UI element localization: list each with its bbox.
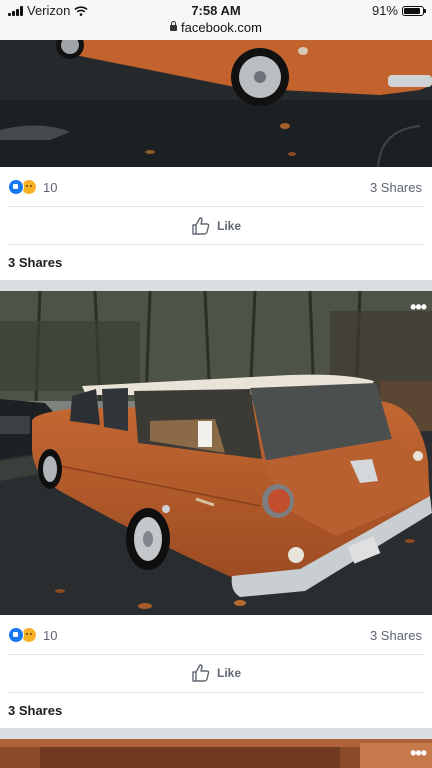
- reaction-summary[interactable]: 10: [8, 627, 57, 643]
- reaction-count: 10: [43, 179, 58, 195]
- more-options-icon[interactable]: •••: [410, 743, 427, 764]
- url-text: facebook.com: [181, 20, 262, 35]
- divider: [8, 244, 424, 245]
- thumbs-up-icon: [192, 217, 210, 235]
- like-label: Like: [216, 219, 241, 233]
- shares-link[interactable]: 3 Shares: [370, 628, 422, 643]
- post-footer: 10 3 Shares Like 3 Shares: [0, 615, 432, 728]
- like-reaction-icon: [8, 179, 24, 195]
- thumbs-up-icon: [192, 664, 210, 682]
- clock: 7:58 AM: [191, 3, 241, 18]
- more-options-icon[interactable]: •••: [410, 297, 427, 318]
- battery-status: 91%: [371, 3, 426, 18]
- like-button[interactable]: Like: [0, 215, 432, 237]
- shares-summary[interactable]: 3 Shares: [8, 703, 62, 718]
- car-photo-image: [0, 739, 432, 768]
- battery-icon: [402, 5, 426, 16]
- like-button[interactable]: Like: [0, 662, 432, 684]
- divider: [8, 206, 424, 207]
- battery-percent: 91%: [371, 3, 398, 18]
- divider: [8, 654, 424, 655]
- car-photo-image: [0, 40, 432, 167]
- like-label: Like: [216, 666, 241, 680]
- address-bar[interactable]: facebook.com: [0, 20, 432, 35]
- lock-icon: [170, 21, 178, 31]
- post-photo[interactable]: [0, 40, 432, 167]
- reaction-count: 10: [43, 627, 58, 643]
- status-bar: Verizon 7:58 AM 91% facebook.com: [0, 0, 432, 40]
- shares-summary[interactable]: 3 Shares: [8, 255, 62, 270]
- divider: [8, 692, 424, 693]
- reaction-summary[interactable]: 10: [8, 179, 57, 195]
- post-photo[interactable]: •••: [0, 291, 432, 615]
- car-photo-image: [0, 291, 432, 615]
- like-reaction-icon: [8, 627, 24, 643]
- post-footer: 10 3 Shares Like 3 Shares: [0, 167, 432, 280]
- post-photo[interactable]: •••: [0, 739, 432, 768]
- shares-link[interactable]: 3 Shares: [370, 180, 422, 195]
